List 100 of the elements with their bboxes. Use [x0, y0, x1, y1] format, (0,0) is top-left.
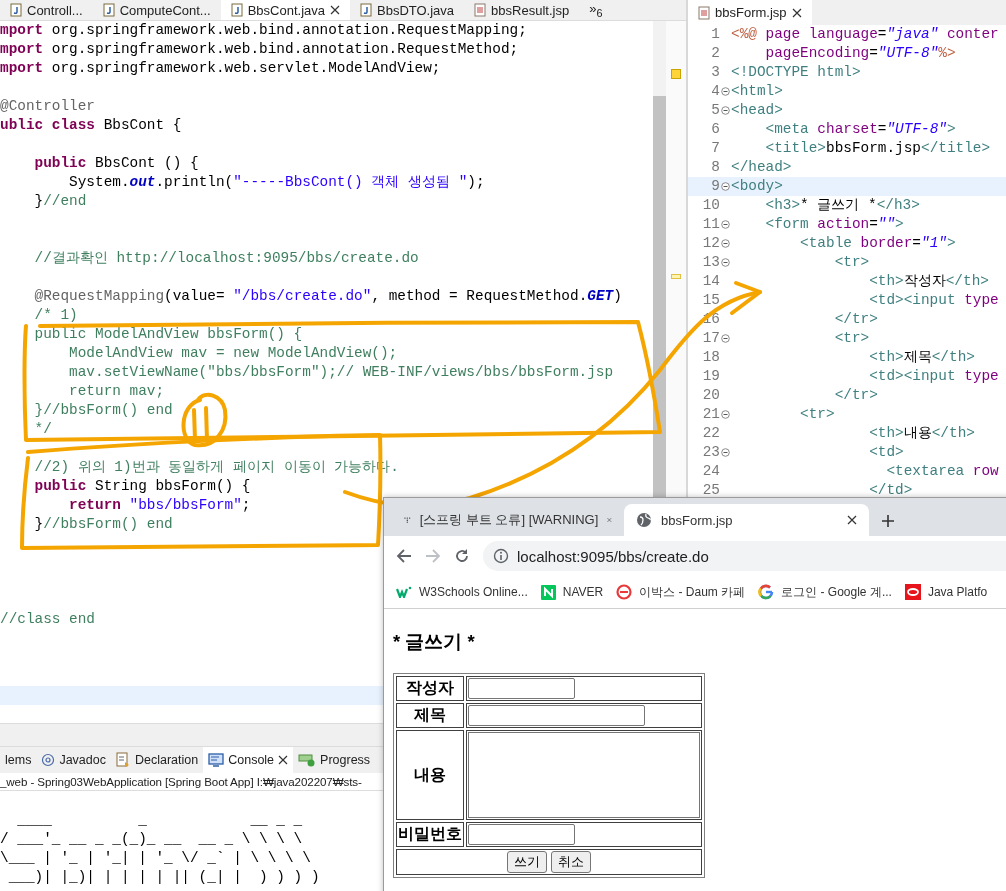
plus-icon[interactable]: [881, 514, 895, 528]
code-line: </tr>: [833, 310, 878, 329]
line-number: 2: [710, 44, 720, 63]
code-line: @Controller: [0, 98, 95, 114]
line-number: 25: [701, 481, 720, 500]
fold-icon[interactable]: [721, 334, 730, 343]
line-number: 17: [701, 329, 720, 348]
editor-tab[interactable]: bbsForm.jsp: [688, 0, 812, 25]
close-icon[interactable]: [278, 755, 289, 765]
code-line: ublic class BbsCont {: [0, 117, 182, 133]
scrollbar[interactable]: [653, 21, 666, 497]
editor-tab[interactable]: Controll...: [0, 0, 93, 20]
java-file-icon: [102, 3, 115, 17]
panel-tab[interactable]: Declaration: [110, 747, 204, 773]
text-input[interactable]: [468, 705, 645, 726]
document-icon: [115, 752, 131, 768]
fold-icon[interactable]: [721, 448, 730, 457]
line-number: 12: [701, 234, 720, 253]
line-number: 20: [701, 386, 720, 405]
line-number: 9: [710, 177, 720, 196]
textarea-field[interactable]: [468, 732, 700, 818]
code-line: <!DOCTYPE html>: [731, 63, 861, 82]
line-number: 21: [701, 405, 720, 424]
java-file-icon: [10, 3, 22, 17]
code-line: mport org.springframework.web.bind.annotation.RequestMapping;: [0, 22, 527, 38]
bookmark[interactable]: Java Platfo: [904, 584, 988, 600]
line-number: 13: [701, 253, 720, 272]
java-file-icon: [230, 3, 243, 17]
bookmark[interactable]: W3Schools Online...: [396, 585, 528, 599]
code-line: <tr>: [833, 329, 870, 348]
text-input[interactable]: [468, 824, 575, 845]
line-number: 23: [701, 443, 720, 462]
back-arrow-icon[interactable]: [396, 548, 412, 564]
line-number: 19: [701, 367, 720, 386]
code-line: <h3>* 글쓰기 *</h3>: [764, 196, 920, 215]
close-icon[interactable]: [330, 5, 340, 15]
code-line: <%@ page language="java" conter: [731, 25, 999, 44]
progress-icon: [298, 753, 317, 767]
dots-icon: [404, 514, 411, 526]
monitor-icon: [208, 753, 225, 767]
panel-tab[interactable]: Javadoc: [36, 747, 111, 773]
form-button[interactable]: 취소: [551, 851, 591, 873]
panel-tab[interactable]: Console: [203, 747, 294, 773]
text-input[interactable]: [468, 678, 575, 699]
address-bar[interactable]: localhost:9095/bbs/create.do: [483, 541, 1006, 571]
form-label: 작성자: [396, 676, 464, 701]
editor-tab[interactable]: BbsCont.java: [220, 0, 350, 20]
code-line: public String bbsForm() {: [33, 478, 251, 494]
code-line: <html>: [731, 82, 783, 101]
form-label: 내용: [396, 730, 464, 820]
code-line: }//bbsForm() end: [33, 402, 173, 418]
ring-logo-icon: [616, 584, 633, 600]
line-number: 10: [701, 196, 720, 215]
code-line: <meta charset="UTF-8">: [764, 120, 956, 139]
code-line: //class end: [0, 611, 95, 627]
code-line: <tr>: [833, 253, 870, 272]
fold-icon[interactable]: [721, 182, 730, 191]
code-line: System.out.println("-----BbsCont() 객체 생성됨 ");: [68, 174, 485, 190]
fold-icon[interactable]: [721, 239, 730, 248]
overview-marker: [671, 69, 681, 79]
code-line: <head>: [731, 101, 783, 120]
editor-tab[interactable]: ComputeCont...: [92, 0, 221, 20]
bookmark[interactable]: NAVER: [540, 584, 604, 600]
panel-tab[interactable]: lems: [0, 747, 37, 773]
close-icon[interactable]: [791, 7, 802, 18]
close-icon[interactable]: [847, 515, 857, 525]
editor-tab[interactable]: BbsDTO.java: [350, 0, 465, 20]
panel-tab[interactable]: Progress: [293, 747, 376, 773]
code-line: return mav;: [68, 383, 165, 399]
code-line: return "bbs/bbsForm";: [68, 497, 251, 513]
code-line: pageEncoding="UTF-8"%>: [764, 44, 956, 63]
line-number: 6: [710, 120, 720, 139]
fold-icon[interactable]: [721, 220, 730, 229]
form-label: 제목: [396, 703, 464, 728]
browser-tab[interactable]: [스프링 부트 오류] [WARNING]: [392, 504, 624, 536]
code-line: */: [33, 421, 52, 437]
bookmark[interactable]: 로그인 - Google 계...: [758, 583, 892, 601]
fold-icon[interactable]: [721, 87, 730, 96]
bookmark[interactable]: 이박스 - Daum 카페: [616, 583, 746, 601]
code-line: ModelAndView mav = new ModelAndView();: [68, 345, 398, 361]
info-icon[interactable]: [493, 548, 509, 564]
line-number: 24: [701, 462, 720, 481]
code-line: }//end: [33, 193, 87, 209]
oval-logo-icon: [904, 584, 921, 600]
code-line: </head>: [731, 158, 792, 177]
fold-icon[interactable]: [721, 410, 730, 419]
form-button[interactable]: 쓰기: [507, 851, 547, 873]
globe-icon: [636, 512, 652, 528]
code-line: <td><input type: [868, 367, 999, 386]
code-line: <textarea row: [885, 462, 999, 481]
code-line: <th>제목</th>: [868, 348, 975, 367]
fold-icon[interactable]: [721, 258, 730, 267]
editor-tab[interactable]: bbsResult.jsp: [464, 0, 580, 20]
editor-tab[interactable]: »$_{6}$: [579, 0, 613, 20]
console-output-text: ____ _ __ _ _ / ___'_ __ _ _(_)_ __ __ _ \ \ \ \ \___ | '_ | '_| | '_ \/ _` | \ \ \ \ ___)| |_)| | | | | || (_| | ) ) ) ): [0, 811, 320, 887]
browser-tab[interactable]: bbsForm.jsp: [624, 504, 869, 536]
fold-icon[interactable]: [721, 106, 730, 115]
reload-icon[interactable]: [454, 548, 470, 564]
line-number: 11: [701, 215, 720, 234]
file-icon: [474, 3, 487, 17]
